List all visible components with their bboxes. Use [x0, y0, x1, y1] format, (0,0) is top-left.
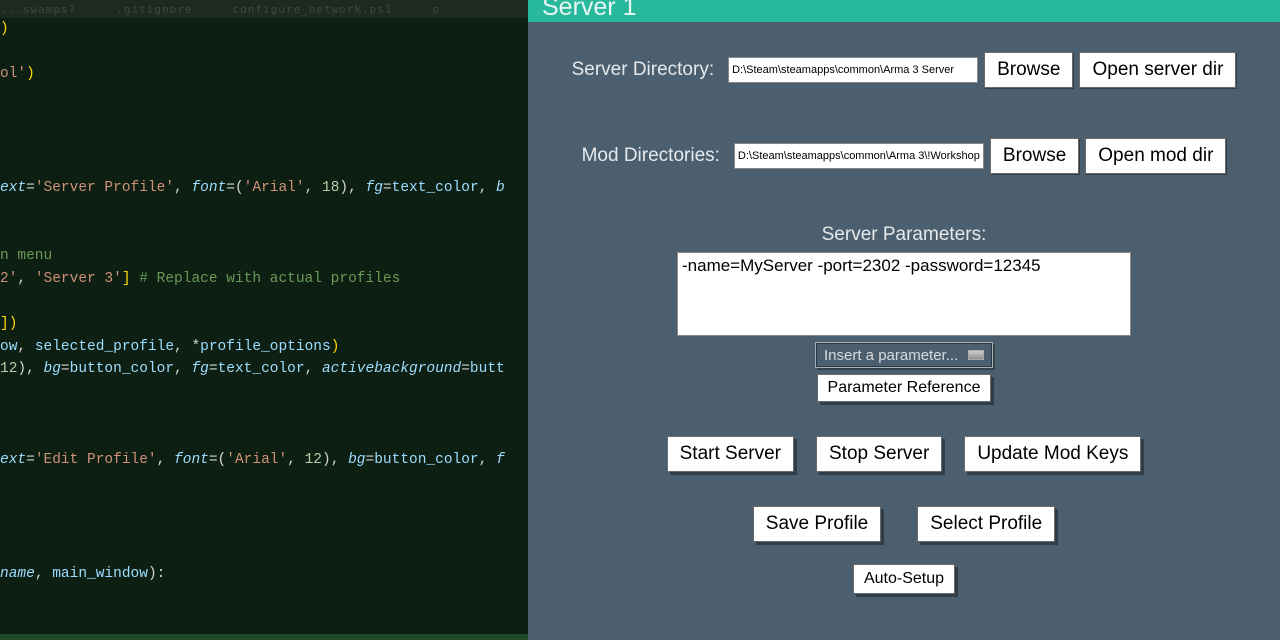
stop-server-button[interactable]: Stop Server: [816, 436, 942, 472]
server-profile-window: Server 1 Server Directory: Browse Open s…: [528, 0, 1280, 640]
editor-tab[interactable]: .gitignore: [116, 3, 192, 16]
insert-parameter-dropdown[interactable]: Insert a parameter...: [815, 342, 993, 368]
profile-action-row: Save Profile Select Profile: [542, 506, 1266, 542]
dropdown-label: Insert a parameter...: [824, 347, 958, 364]
open-server-dir-button[interactable]: Open server dir: [1079, 52, 1236, 88]
code-editor-pane: ...swamps? .gitignore configure_network.…: [0, 0, 528, 640]
server-params-label: Server Parameters:: [822, 224, 987, 246]
window-title: Server 1: [542, 0, 636, 14]
editor-tabs: ...swamps? .gitignore configure_network.…: [0, 0, 528, 18]
mod-dir-input[interactable]: [734, 143, 984, 169]
server-params-block: Server Parameters: Insert a parameter...…: [542, 224, 1266, 402]
editor-tab[interactable]: p: [433, 3, 441, 16]
auto-setup-row: Auto-Setup: [542, 564, 1266, 594]
window-title-bar: Server 1: [528, 0, 1280, 22]
start-server-button[interactable]: Start Server: [667, 436, 794, 472]
open-mod-dir-button[interactable]: Open mod dir: [1085, 138, 1226, 174]
update-mod-keys-button[interactable]: Update Mod Keys: [964, 436, 1141, 472]
mod-dir-row: Mod Directories: Browse Open mod dir: [542, 138, 1266, 174]
mod-dir-label: Mod Directories:: [582, 145, 720, 167]
save-profile-button[interactable]: Save Profile: [753, 506, 881, 542]
editor-tab[interactable]: configure_network.ps1: [232, 3, 392, 16]
chevron-down-icon: [968, 350, 984, 360]
server-dir-label: Server Directory:: [572, 59, 715, 81]
server-params-input[interactable]: [677, 252, 1131, 336]
auto-setup-button[interactable]: Auto-Setup: [853, 564, 955, 594]
code-text[interactable]: )ol')ext='Server Profile', font=('Arial'…: [0, 18, 528, 608]
browse-mod-dir-button[interactable]: Browse: [990, 138, 1079, 174]
server-dir-row: Server Directory: Browse Open server dir: [542, 52, 1266, 88]
editor-tab[interactable]: ...swamps?: [0, 3, 76, 16]
parameter-reference-button[interactable]: Parameter Reference: [817, 374, 992, 402]
select-profile-button[interactable]: Select Profile: [917, 506, 1055, 542]
server-dir-input[interactable]: [728, 57, 978, 83]
status-bar: [0, 634, 528, 640]
server-action-row: Start Server Stop Server Update Mod Keys: [542, 436, 1266, 472]
browse-server-dir-button[interactable]: Browse: [984, 52, 1073, 88]
